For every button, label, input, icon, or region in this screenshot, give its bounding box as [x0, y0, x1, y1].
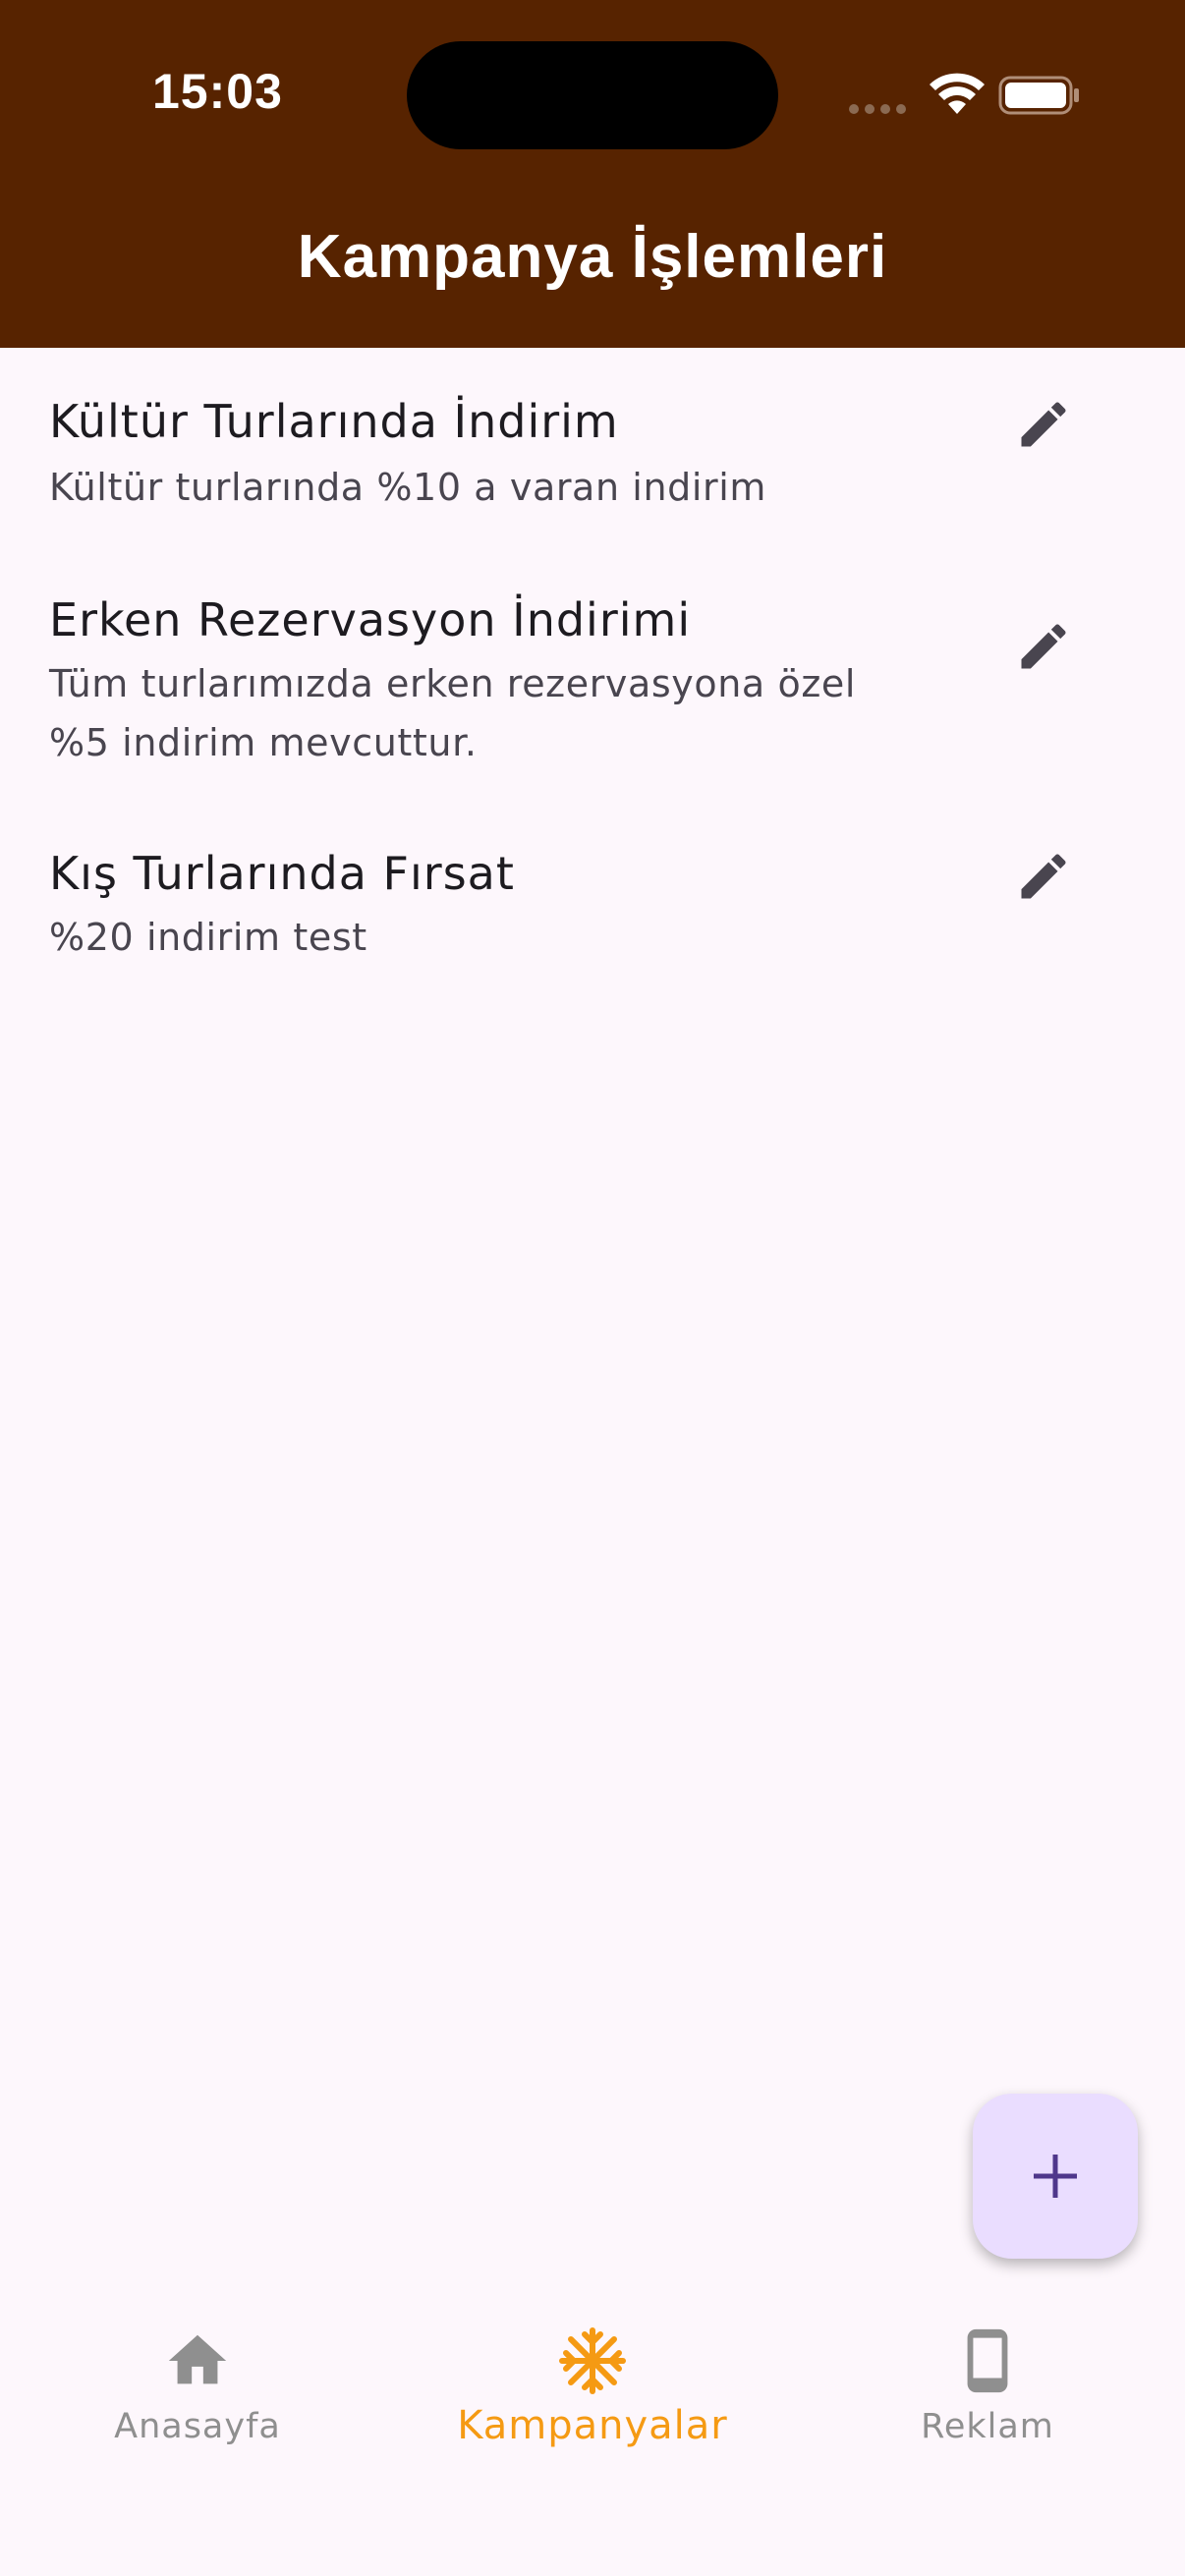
campaign-title: Erken Rezervasyon İndirimi	[49, 593, 692, 646]
nav-item-home[interactable]: Anasayfa	[0, 2297, 395, 2493]
signal-dots-icon	[849, 104, 908, 116]
campaign-subtitle-line: %20 indirim test	[49, 916, 367, 959]
battery-icon	[998, 76, 1079, 115]
home-icon	[168, 2334, 227, 2384]
snowflake-icon	[559, 2327, 626, 2394]
campaign-subtitle-line: Kültür turlarında %10 a varan indirim	[49, 466, 767, 509]
status-time: 15:03	[152, 64, 283, 119]
campaign-subtitle-line: Tüm turlarımızda erken rezervasyona özel	[49, 662, 857, 705]
screen: 15:03 Kampanya İşlemleri Kültür Turların…	[0, 0, 1185, 2576]
list-item[interactable]: Kültür Turlarında İndirim Kültür turları…	[0, 348, 1185, 531]
edit-button[interactable]	[1002, 383, 1085, 466]
nav-item-campaigns[interactable]: Kampanyalar	[395, 2297, 790, 2493]
list-item[interactable]: Kış Turlarında Fırsat %20 indirim test	[0, 800, 1185, 986]
dynamic-island	[407, 41, 778, 149]
campaign-title: Kış Turlarında Fırsat	[49, 847, 515, 900]
app-bar: 15:03 Kampanya İşlemleri	[0, 0, 1185, 348]
plus-icon	[1034, 2155, 1077, 2198]
campaign-subtitle: Tüm turlarımızda erken rezervasyona özel…	[49, 654, 914, 772]
pencil-icon	[1021, 402, 1066, 447]
edit-button[interactable]	[1002, 835, 1085, 918]
campaign-subtitle-line: %5 indirim mevcuttur.	[49, 721, 478, 764]
nav-label: Anasayfa	[114, 2407, 281, 2446]
nav-item-ads[interactable]: Reklam	[790, 2297, 1185, 2493]
campaign-subtitle: Kültür turlarında %10 a varan indirim	[49, 458, 914, 517]
page-title: Kampanya İşlemleri	[297, 223, 888, 291]
add-campaign-button[interactable]	[973, 2094, 1138, 2259]
pencil-icon	[1021, 854, 1066, 899]
nav-label: Reklam	[921, 2407, 1054, 2446]
bottom-navigation: Anasayfa Kampanyalar Reklam	[0, 2297, 1185, 2576]
pencil-icon	[1021, 624, 1066, 669]
wifi-icon	[930, 73, 985, 114]
phone-icon	[967, 2328, 1008, 2393]
list-item[interactable]: Erken Rezervasyon İndirimi Tüm turlarımı…	[0, 544, 1185, 800]
campaign-title: Kültür Turlarında İndirim	[49, 395, 619, 448]
campaign-subtitle: %20 indirim test	[49, 908, 914, 967]
edit-button[interactable]	[1002, 605, 1085, 688]
nav-label: Kampanyalar	[457, 2403, 728, 2448]
